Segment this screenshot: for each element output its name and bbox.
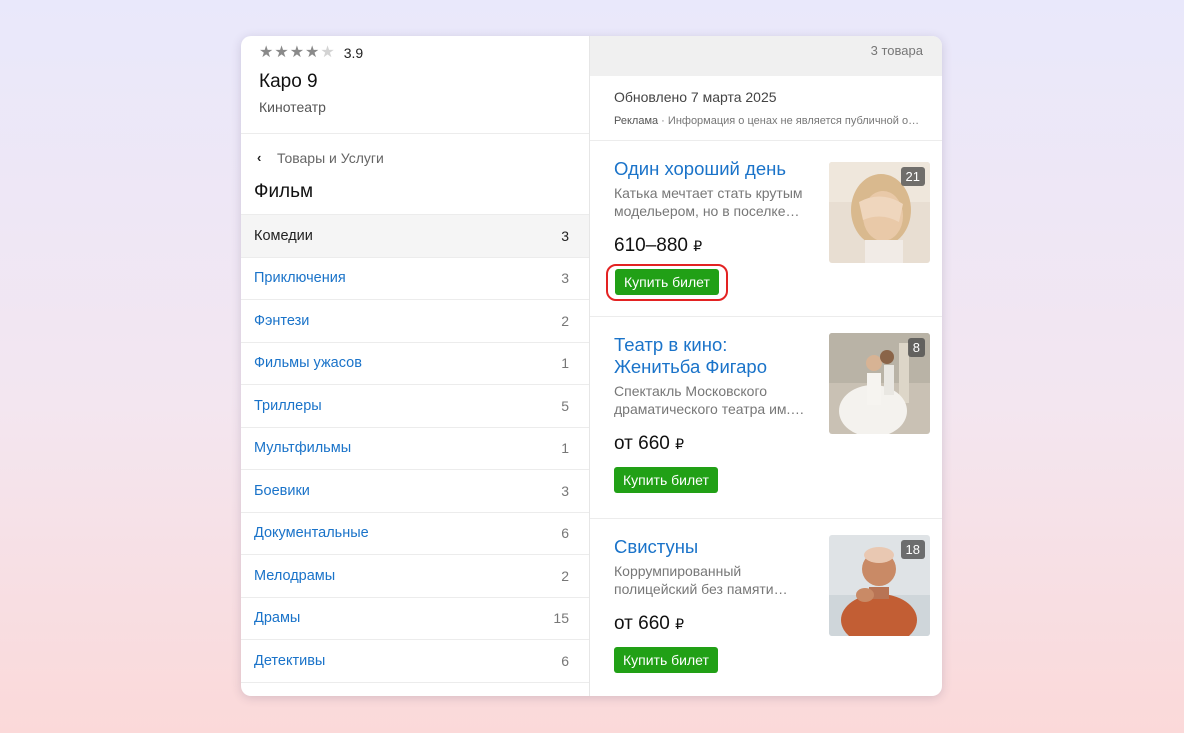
product-title[interactable]: Театр в кино: Женитьба Фигаро: [614, 334, 814, 378]
product-photo[interactable]: 21: [829, 162, 930, 263]
section-title: Фильм: [254, 181, 314, 202]
info-block: Обновлено 7 марта 2025 Реклама · Информа…: [590, 76, 942, 141]
category-item[interactable]: Детективы 6: [241, 640, 589, 683]
product-list-panel: 3 товара Обновлено 7 марта 2025 Реклама …: [590, 36, 942, 696]
price-value: 610–880: [614, 235, 688, 256]
category-item[interactable]: Приключения 3: [241, 258, 589, 300]
catalog-sidebar: ★★★★★ 3.9 Каро 9 Кинотеатр ‹ Товары и Ус…: [241, 36, 590, 696]
category-count: 5: [561, 397, 569, 414]
category-item[interactable]: Триллеры 5: [241, 385, 589, 428]
category-count: 1: [561, 440, 569, 457]
category-label: Мелодрамы: [254, 567, 336, 584]
breadcrumb-back[interactable]: ‹ Товары и Услуги: [241, 134, 589, 168]
product-count: 3 товара: [870, 43, 923, 58]
buy-ticket-button[interactable]: Купить билет: [614, 467, 718, 493]
breadcrumb-label: Товары и Услуги: [277, 149, 384, 166]
product-photo[interactable]: 18: [829, 535, 930, 636]
category-item[interactable]: Драмы 15: [241, 598, 589, 640]
category-label: Триллеры: [254, 397, 322, 414]
product-title[interactable]: Один хороший день: [614, 158, 814, 180]
category-count: 3: [561, 270, 569, 287]
product-price: от 660 ₽: [614, 433, 942, 455]
product-card: Один хороший день Катька мечтает стать к…: [590, 141, 942, 317]
buy-ticket-button[interactable]: Купить билет: [615, 269, 719, 295]
category-label: Драмы: [254, 610, 301, 627]
category-item[interactable]: Комедии 3: [241, 215, 589, 258]
highlight-outline: Купить билет: [606, 264, 728, 301]
category-count: 3: [561, 227, 569, 244]
category-label: Фильмы ужасов: [254, 355, 362, 372]
rating[interactable]: ★★★★★ 3.9: [259, 44, 589, 62]
ad-label: Реклама: [614, 115, 659, 127]
org-type: Кинотеатр: [259, 99, 326, 115]
currency: ₽: [675, 436, 685, 452]
category-label: Фэнтези: [254, 312, 310, 329]
product-description: Коррумпированный полицейский без памяти…: [614, 563, 788, 597]
category-count: 1: [561, 355, 569, 372]
photo-count-badge: 18: [900, 540, 925, 559]
category-item[interactable]: Мультфильмы 1: [241, 428, 589, 470]
star-rating-icon: ★★★★★: [259, 44, 336, 61]
category-count: 2: [561, 312, 569, 329]
category-item[interactable]: Боевики 3: [241, 470, 589, 513]
category-label: Детективы: [254, 652, 326, 669]
category-item[interactable]: Фильмы ужасов 1: [241, 343, 589, 385]
org-header: ★★★★★ 3.9 Каро 9 Кинотеатр: [241, 36, 589, 134]
currency: ₽: [675, 616, 685, 632]
category-list: Комедии 3 Приключения 3 Фэнтези 2 Фильмы…: [241, 214, 589, 683]
category-item[interactable]: Фэнтези 2: [241, 300, 589, 343]
category-item[interactable]: Мелодрамы 2: [241, 555, 589, 598]
photo-count-badge: 21: [900, 167, 925, 186]
category-count: 6: [561, 652, 569, 669]
product-description: Спектакль Московского драматического теа…: [614, 383, 805, 417]
category-count: 3: [561, 482, 569, 499]
product-count-bar: 3 товара: [590, 36, 942, 76]
category-label: Документальные: [254, 525, 369, 542]
category-label: Боевики: [254, 482, 310, 499]
category-count: 6: [561, 525, 569, 542]
chevron-left-icon: ‹: [257, 150, 262, 165]
category-label: Комедии: [254, 227, 313, 244]
organization-card: ★★★★★ 3.9 Каро 9 Кинотеатр ‹ Товары и Ус…: [241, 36, 942, 696]
updated-date: Обновлено 7 марта 2025: [614, 89, 777, 105]
product-card: Театр в кино: Женитьба Фигаро Спектакль …: [590, 317, 942, 519]
currency: ₽: [693, 238, 703, 254]
product-card: Свистуны Коррумпированный полицейский бе…: [590, 519, 942, 696]
category-label: Мультфильмы: [254, 440, 352, 457]
ad-disclaimer: Реклама · Информация о ценах не является…: [614, 115, 924, 127]
category-count: 15: [553, 610, 569, 627]
rating-value: 3.9: [343, 45, 364, 61]
product-title[interactable]: Свистуны: [614, 536, 814, 558]
buy-ticket-button[interactable]: Купить билет: [614, 647, 718, 673]
product-description: Катька мечтает стать крутым модельером, …: [614, 185, 803, 219]
price-value: от 660: [614, 613, 670, 634]
category-label: Приключения: [254, 270, 346, 287]
category-item[interactable]: Документальные 6: [241, 513, 589, 555]
category-count: 2: [561, 567, 569, 584]
product-photo[interactable]: 8: [829, 333, 930, 434]
ad-note: Информация о ценах не является публичной…: [667, 115, 924, 127]
photo-count-badge: 8: [907, 338, 925, 357]
org-name: Каро 9: [259, 71, 318, 92]
price-value: от 660: [614, 433, 670, 454]
